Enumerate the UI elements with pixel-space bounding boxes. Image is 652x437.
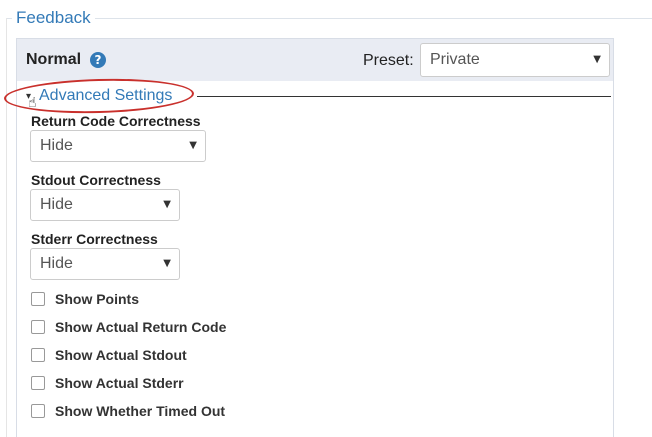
show-actual-stdout-label[interactable]: Show Actual Stdout: [55, 347, 187, 363]
show-actual-return-code-label[interactable]: Show Actual Return Code: [55, 319, 226, 335]
stdout-correctness-select[interactable]: Hide ▼: [30, 189, 180, 221]
help-icon[interactable]: ?: [90, 52, 106, 68]
show-points-checkbox[interactable]: [31, 292, 45, 306]
advanced-settings-divider: [197, 96, 611, 97]
return-code-correctness-select[interactable]: Hide ▼: [30, 130, 206, 162]
stdout-correctness-value: Hide: [40, 196, 73, 213]
panel-header: Normal ? Preset: Private ▼: [17, 39, 613, 81]
show-actual-stdout-checkbox[interactable]: [31, 348, 45, 362]
panel-title: Normal: [26, 51, 82, 68]
show-whether-timed-out-label[interactable]: Show Whether Timed Out: [55, 403, 225, 419]
show-whether-timed-out-checkbox[interactable]: [31, 404, 45, 418]
chevron-down-icon: ▼: [163, 199, 171, 210]
show-points-label[interactable]: Show Points: [55, 291, 139, 307]
return-code-correctness-label: Return Code Correctness: [31, 113, 201, 129]
chevron-down-icon: ▼: [189, 140, 197, 151]
preset-select[interactable]: Private ▼: [420, 43, 610, 77]
stderr-correctness-value: Hide: [40, 255, 73, 272]
feedback-panel: Normal ? Preset: Private ▼ ▾ Advanced Se…: [3, 38, 614, 437]
fieldset-left-border: [6, 18, 7, 437]
return-code-correctness-value: Hide: [40, 137, 73, 154]
chevron-down-icon: ▼: [593, 54, 601, 65]
stderr-correctness-select[interactable]: Hide ▼: [30, 248, 180, 280]
fieldset-border: [6, 18, 652, 19]
hand-pointer-cursor-icon: ☝: [28, 95, 37, 111]
preset-label: Preset:: [363, 52, 414, 69]
stderr-correctness-label: Stderr Correctness: [31, 231, 158, 247]
show-actual-stderr-checkbox[interactable]: [31, 376, 45, 390]
chevron-down-icon: ▼: [163, 258, 171, 269]
stdout-correctness-label: Stdout Correctness: [31, 172, 161, 188]
show-actual-stderr-label[interactable]: Show Actual Stderr: [55, 375, 184, 391]
section-legend: Feedback: [12, 8, 95, 28]
preset-select-value: Private: [430, 51, 480, 68]
show-actual-return-code-checkbox[interactable]: [31, 320, 45, 334]
